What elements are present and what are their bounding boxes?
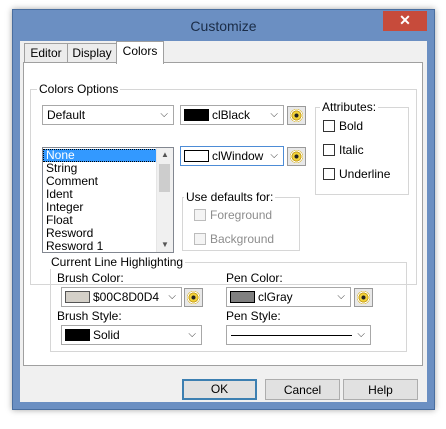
underline-label: Underline [339, 167, 391, 181]
tab-display[interactable]: Display [67, 43, 117, 63]
foreground-swatch [184, 109, 209, 121]
background-swatch [184, 150, 209, 162]
color-wheel-icon [187, 291, 200, 304]
chevron-down-icon: ⌵ [337, 291, 345, 302]
tab-editor[interactable]: Editor [24, 43, 68, 63]
brush-color-value: $00C8D0D4 [93, 290, 160, 304]
chevron-down-icon: ⌵ [357, 329, 365, 340]
tab-colors[interactable]: Colors [116, 41, 164, 64]
background-default-label: Background [210, 232, 275, 246]
window-title: Customize [190, 18, 257, 34]
italic-checkbox[interactable] [323, 144, 335, 156]
scroll-up-icon[interactable]: ▲ [157, 148, 173, 162]
use-defaults-label: Use defaults for: [184, 190, 276, 204]
color-wheel-icon [290, 109, 303, 122]
color-wheel-icon [290, 150, 303, 163]
brush-color-picker-button[interactable] [184, 288, 203, 307]
cancel-button[interactable]: Cancel [265, 379, 340, 400]
close-button[interactable]: ✕ [383, 11, 427, 31]
customize-dialog: Customize ✕ Editor Display Colors Colors… [12, 9, 435, 410]
scroll-down-icon[interactable]: ▼ [157, 238, 173, 252]
brush-style-value: Solid [93, 328, 120, 342]
foreground-color-select[interactable]: clBlack ⌵ [180, 105, 284, 125]
background-default-checkbox[interactable] [194, 233, 206, 245]
brush-style-swatch [65, 329, 90, 341]
dialog-body: Editor Display Colors Colors Options Def… [20, 41, 427, 402]
chevron-down-icon: ⌵ [168, 291, 176, 302]
pen-style-label: Pen Style: [226, 309, 281, 323]
current-line-label: Current Line Highlighting [49, 255, 186, 269]
colors-options-label: Colors Options [37, 82, 121, 96]
scroll-thumb[interactable] [159, 164, 170, 192]
list-scrollbar[interactable]: ▲ ▼ [156, 148, 173, 252]
brush-color-label: Brush Color: [57, 271, 124, 285]
background-color-picker-button[interactable] [287, 147, 306, 166]
brush-style-label: Brush Style: [57, 309, 122, 323]
pen-color-value: clGray [258, 290, 293, 304]
attributes-label: Attributes: [320, 100, 379, 114]
foreground-default-label: Foreground [210, 208, 273, 222]
help-button[interactable]: Help [343, 379, 418, 400]
foreground-color-picker-button[interactable] [287, 106, 306, 125]
pen-color-select[interactable]: clGray ⌵ [226, 287, 351, 307]
pen-style-select[interactable]: ⌵ [226, 325, 371, 345]
color-wheel-icon [357, 291, 370, 304]
chevron-down-icon: ⌵ [270, 150, 278, 161]
brush-color-select[interactable]: $00C8D0D4 ⌵ [61, 287, 182, 307]
colors-tab-panel: Colors Options Default ⌵ clBlack ⌵ clWin… [23, 62, 423, 366]
ok-button[interactable]: OK [182, 379, 257, 400]
color-scheme-select[interactable]: Default ⌵ [42, 105, 174, 125]
pen-color-label: Pen Color: [226, 271, 283, 285]
pen-color-picker-button[interactable] [354, 288, 373, 307]
foreground-color-value: clBlack [212, 108, 251, 122]
chevron-down-icon: ⌵ [188, 329, 196, 340]
chevron-down-icon: ⌵ [160, 109, 168, 120]
background-color-value: clWindow [212, 149, 264, 163]
brush-style-select[interactable]: Solid ⌵ [61, 325, 202, 345]
bold-label: Bold [339, 119, 364, 133]
chevron-down-icon: ⌵ [270, 109, 278, 120]
list-item[interactable]: Resword 1 [43, 240, 173, 253]
italic-label: Italic [339, 143, 364, 157]
color-scheme-value: Default [47, 108, 86, 122]
foreground-default-checkbox[interactable] [194, 209, 206, 221]
background-color-select[interactable]: clWindow ⌵ [180, 146, 284, 166]
bold-checkbox[interactable] [323, 120, 335, 132]
solid-line-preview [231, 335, 352, 336]
title-bar[interactable]: Customize ✕ [13, 10, 434, 41]
pen-color-swatch [230, 291, 255, 303]
brush-color-swatch [65, 291, 90, 303]
underline-checkbox[interactable] [323, 168, 335, 180]
element-list[interactable]: None String Comment Ident Integer Float … [42, 147, 174, 253]
